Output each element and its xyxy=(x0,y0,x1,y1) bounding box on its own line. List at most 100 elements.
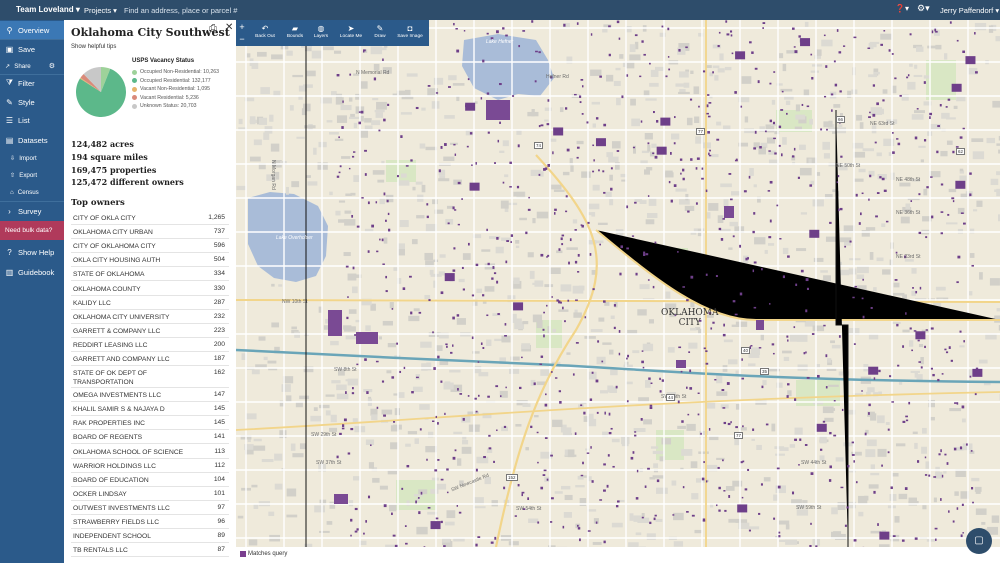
owner-name: BOARD OF EDUCATION xyxy=(73,476,149,484)
owner-name: GARRETT AND COMPANY LLC xyxy=(73,356,170,363)
owner-name: OKLAHOMA CITY URBAN xyxy=(73,229,153,237)
highway-shield: 66 xyxy=(836,116,846,123)
help-circle-icon: ? xyxy=(7,247,12,257)
highway-shield: 40 xyxy=(741,347,751,354)
owner-name: OCKER LINDSAY xyxy=(73,490,127,498)
street-label: NE 50th St xyxy=(836,163,861,169)
print-icon[interactable]: ⎙ xyxy=(209,23,217,34)
zoom-out-button[interactable]: − xyxy=(236,33,248,46)
owner-row[interactable]: STATE OF OKLAHOMA 334 xyxy=(71,267,229,282)
owner-row[interactable]: OKLAHOMA CITY URBAN 737 xyxy=(71,225,229,240)
owner-row[interactable]: OMEGA INVESTMENTS LLC 147 xyxy=(71,388,229,403)
sidebar-item-overview[interactable]: ⚲ Overview xyxy=(0,21,64,39)
user-menu[interactable]: Jerry Paffendorf ▾ xyxy=(940,6,999,15)
stat-owners: 125,472 different owners xyxy=(71,177,184,187)
help-icon[interactable]: ❓▾ xyxy=(895,4,909,13)
owner-row[interactable]: TB RENTALS LLC 87 xyxy=(71,543,229,558)
owner-row[interactable]: OCKER LINDSAY 101 xyxy=(71,487,229,501)
sidebar-item-export[interactable]: ⇧ Export xyxy=(0,167,64,183)
sidebar-item-show-help[interactable]: ? Show Help xyxy=(0,243,64,261)
owner-count: 223 xyxy=(213,326,225,334)
location-pin-icon: ⚲ xyxy=(6,25,13,35)
map-canvas[interactable]: Lake Hefner Lake Overholser OKLAHOMA CITY… xyxy=(236,20,1000,547)
show-tips-link[interactable]: Show helpful tips xyxy=(71,44,116,50)
owner-row[interactable]: INDEPENDENT SCHOOL 89 xyxy=(71,529,229,544)
owner-row[interactable]: WARRIOR HOLDINGS LLC 112 xyxy=(71,459,229,473)
river xyxy=(236,348,1000,384)
vacancy-pie-chart xyxy=(76,67,126,117)
sidebar-item-survey[interactable]: › Survey xyxy=(0,202,64,220)
owner-row[interactable]: GARRETT & COMPANY LLC 223 xyxy=(71,324,229,338)
team-menu[interactable]: Team Loveland ▾ xyxy=(16,5,80,14)
bulk-data-button[interactable]: Need bulk data? xyxy=(0,221,64,240)
owner-row[interactable]: REDDIRT LEASING LLC 200 xyxy=(71,338,229,352)
settings-gear-icon[interactable]: ⚙▾ xyxy=(917,3,930,14)
owner-count: 1,265 xyxy=(208,214,225,221)
legend-dot xyxy=(132,78,137,83)
sidebar-item-share[interactable]: ↗ Share ⚙ xyxy=(0,58,64,74)
owner-row[interactable]: BOARD OF REGENTS 141 xyxy=(71,430,229,445)
share-icon: ↗ xyxy=(5,62,11,70)
projects-menu[interactable]: Projects ▾ xyxy=(84,6,117,15)
address-search-input[interactable]: Find an address, place or parcel # xyxy=(124,6,237,15)
export-icon: ⇧ xyxy=(10,171,16,179)
owner-count: 232 xyxy=(213,312,225,320)
highway-shield: 62 xyxy=(956,148,966,155)
info-panel: Oklahoma City Southwest ⎙ ✕ Show helpful… xyxy=(64,20,236,563)
locate-me-button[interactable]: ➤ Locate Me xyxy=(336,23,366,39)
sidebar-item-style[interactable]: ✎ Style xyxy=(0,93,64,111)
owner-row[interactable]: BOARD OF EDUCATION 104 xyxy=(71,473,229,487)
chevron-right-icon: › xyxy=(8,206,11,216)
draw-button[interactable]: ✎ Draw xyxy=(365,23,395,39)
owner-row[interactable]: OKLAHOMA CITY UNIVERSITY 232 xyxy=(71,310,229,324)
chat-icon[interactable]: ▢ xyxy=(966,528,992,554)
sidebar-item-datasets[interactable]: ▤ Datasets xyxy=(0,131,64,149)
owner-count: 101 xyxy=(213,489,225,497)
street-label: N Morgan Rd xyxy=(270,160,276,190)
owner-row[interactable]: STRAWBERRY FIELDS LLC 96 xyxy=(71,515,229,530)
sidebar-item-list[interactable]: ☰ List xyxy=(0,111,64,129)
owner-count: 113 xyxy=(214,447,225,455)
legend-item: Occupied Non-Residential: 10,263 xyxy=(132,69,219,75)
owner-row[interactable]: OKLA CITY HOUSING AUTH 504 xyxy=(71,253,229,268)
save-image-button[interactable]: ◘ Save Image xyxy=(395,23,425,39)
census-icon: ⌂ xyxy=(10,188,14,196)
street-label: NW 10th St xyxy=(282,299,308,305)
share-settings-gear-icon[interactable]: ⚙ xyxy=(49,62,55,70)
street-label: NE 63rd St xyxy=(870,121,895,127)
street-label: SW 59th St xyxy=(796,505,822,511)
owner-count: 141 xyxy=(213,433,225,441)
owner-count: 162 xyxy=(213,369,225,377)
owner-row[interactable]: RAK PROPERTIES INC 145 xyxy=(71,416,229,431)
sidebar-item-guidebook[interactable]: ▥ Guidebook xyxy=(0,263,64,281)
owner-row[interactable]: GARRETT AND COMPANY LLC 187 xyxy=(71,352,229,367)
owner-row[interactable]: STATE OF OK DEPT OF TRANSPORTATION 162 xyxy=(71,366,229,389)
owner-row[interactable]: OKLAHOMA SCHOOL OF SCIENCE 113 xyxy=(71,445,229,459)
legend-swatch xyxy=(240,551,246,557)
layers-button[interactable]: ◍ Layers xyxy=(306,23,336,39)
owner-row[interactable]: CITY OF OKLA CITY 1,265 xyxy=(71,211,229,226)
owner-row[interactable]: CITY OF OKLAHOMA CITY 596 xyxy=(71,239,229,254)
sidebar-item-census[interactable]: ⌂ Census xyxy=(0,184,64,200)
close-icon[interactable]: ✕ xyxy=(225,22,233,33)
owner-count: 330 xyxy=(213,284,225,292)
owner-row[interactable]: OUTWEST INVESTMENTS LLC 97 xyxy=(71,501,229,515)
owner-row[interactable]: KHALIL SAMIR S & NAJAYA D 145 xyxy=(71,402,229,417)
city-label: OKLAHOMA CITY xyxy=(661,308,719,328)
owner-name: STATE OF OK DEPT OF TRANSPORTATION xyxy=(73,370,147,387)
sidebar-item-import[interactable]: ⇩ Import xyxy=(0,150,64,166)
back-out-button[interactable]: ↶ Back Out xyxy=(250,23,280,39)
owner-row[interactable]: KALIDY LLC 287 xyxy=(71,296,229,310)
owner-row[interactable]: OKLAHOMA COUNTY 330 xyxy=(71,282,229,296)
sidebar-item-save[interactable]: ▣ Save xyxy=(0,40,64,58)
owner-count: 334 xyxy=(213,270,225,278)
owner-name: OKLAHOMA CITY UNIVERSITY xyxy=(73,313,170,321)
owner-name: STATE OF OKLAHOMA xyxy=(73,271,145,279)
legend-item: Vacant Non-Residential: 1,095 xyxy=(132,86,210,92)
sidebar-item-filter[interactable]: ⧩ Filter xyxy=(0,74,64,92)
owner-count: 97 xyxy=(217,503,225,511)
globe-icon: ◍ xyxy=(317,24,325,33)
legend-item: Unknown Status: 20,703 xyxy=(132,103,197,109)
owner-name: GARRETT & COMPANY LLC xyxy=(73,327,161,335)
save-icon: ▣ xyxy=(5,44,14,54)
